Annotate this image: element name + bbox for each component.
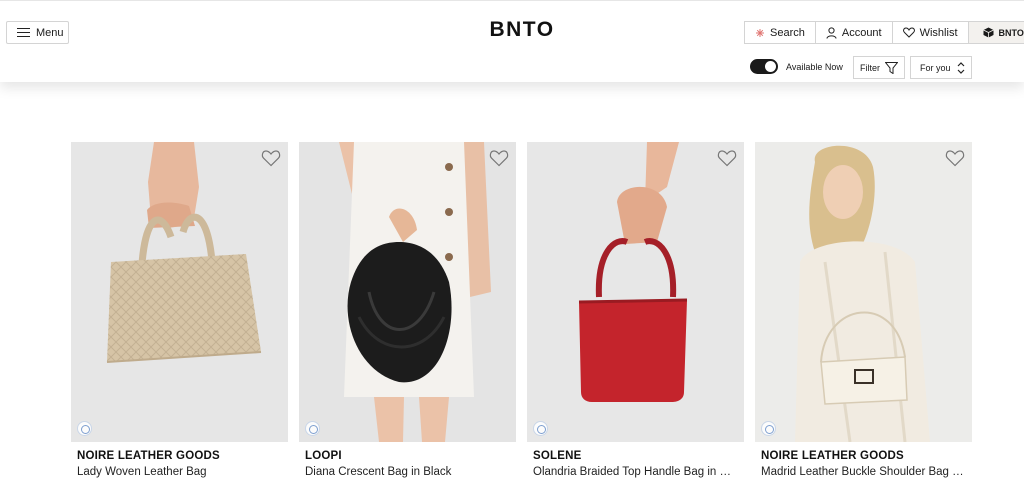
heart-icon [902, 27, 915, 38]
product-image[interactable] [527, 142, 744, 442]
filter-button[interactable]: Filter [853, 56, 905, 79]
view-360-icon[interactable] [761, 421, 776, 436]
heart-icon[interactable] [717, 149, 737, 167]
product-image[interactable] [71, 142, 288, 442]
account-button[interactable]: Account [815, 22, 893, 43]
search-button[interactable]: Search [745, 22, 816, 43]
bag-logo-label: BNTO [998, 27, 1024, 38]
site-logo[interactable]: BNTO [478, 18, 566, 42]
search-icon [756, 28, 764, 37]
product-brand[interactable]: SOLENE [527, 450, 744, 462]
product-brand[interactable]: LOOPI [299, 450, 516, 462]
product-name[interactable]: Olandria Braided Top Handle Bag in Red [527, 466, 737, 478]
account-label: Account [841, 26, 882, 39]
site-header: Menu BNTO Search Account Wishlist BNTO A… [0, 0, 1024, 82]
product-photo-buckle-bag [755, 142, 972, 442]
available-now-toggle[interactable] [750, 59, 778, 74]
account-icon [826, 26, 837, 39]
menu-icon [17, 28, 30, 37]
heart-icon[interactable] [489, 149, 509, 167]
heart-icon[interactable] [945, 149, 965, 167]
box-icon [982, 27, 994, 38]
wishlist-label: Wishlist [919, 26, 958, 39]
view-360-icon[interactable] [77, 421, 92, 436]
available-now-label: Available Now [786, 61, 843, 72]
filter-icon [885, 61, 898, 74]
view-360-icon[interactable] [533, 421, 548, 436]
sort-label: For you [920, 62, 951, 73]
available-now-control: Available Now [750, 59, 843, 74]
heart-icon[interactable] [261, 149, 281, 167]
view-360-icon[interactable] [305, 421, 320, 436]
product-name[interactable]: Madrid Leather Buckle Shoulder Bag in... [755, 466, 965, 478]
menu-button[interactable]: Menu [6, 21, 69, 44]
product-grid: NOIRE LEATHER GOODS Lady Woven Leather B… [71, 142, 972, 478]
sort-select[interactable]: For you [910, 56, 972, 79]
search-label: Search [770, 26, 805, 39]
top-nav: Search Account Wishlist BNTO [744, 21, 1024, 44]
product-brand[interactable]: NOIRE LEATHER GOODS [71, 450, 288, 462]
product-photo-red-bag [527, 142, 744, 442]
bag-button[interactable]: BNTO [968, 22, 1024, 43]
wishlist-button[interactable]: Wishlist [892, 22, 969, 43]
product-image[interactable] [755, 142, 972, 442]
product-card[interactable]: NOIRE LEATHER GOODS Madrid Leather Buckl… [755, 142, 972, 478]
product-name[interactable]: Diana Crescent Bag in Black [299, 466, 509, 478]
product-name[interactable]: Lady Woven Leather Bag [71, 466, 281, 478]
product-card[interactable]: LOOPI Diana Crescent Bag in Black [299, 142, 516, 478]
product-card[interactable]: NOIRE LEATHER GOODS Lady Woven Leather B… [71, 142, 288, 478]
menu-label: Menu [36, 26, 64, 39]
product-image[interactable] [299, 142, 516, 442]
product-photo-woven-bag [71, 142, 288, 442]
filter-label: Filter [860, 62, 880, 73]
product-card[interactable]: SOLENE Olandria Braided Top Handle Bag i… [527, 142, 744, 478]
product-brand[interactable]: NOIRE LEATHER GOODS [755, 450, 972, 462]
updown-chevron-icon [957, 61, 965, 74]
product-photo-crescent-bag [299, 142, 516, 442]
